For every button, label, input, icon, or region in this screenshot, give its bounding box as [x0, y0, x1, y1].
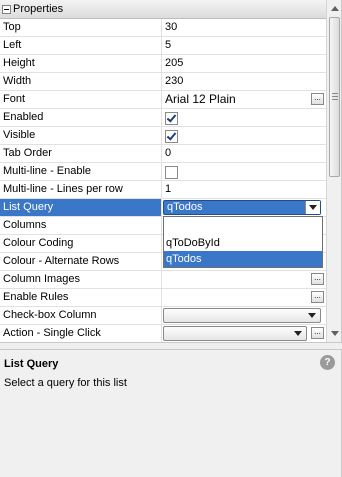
- property-name: Check-box Column: [0, 307, 162, 324]
- panel-splitter[interactable]: [0, 342, 342, 350]
- property-name: Left: [0, 37, 162, 54]
- property-name: Multi-line - Enable: [0, 163, 162, 180]
- list-query-dropdown-list: qToDoById qTodos: [163, 216, 323, 268]
- property-row-enabled[interactable]: Enabled: [0, 109, 326, 127]
- properties-header[interactable]: Properties: [0, 0, 326, 19]
- property-value-lines-per-row[interactable]: 1: [162, 181, 326, 198]
- property-row-font[interactable]: Font Arial 12 Plain ...: [0, 91, 326, 109]
- font-browse-button[interactable]: ...: [311, 93, 324, 105]
- single-click-browse-button[interactable]: ...: [311, 327, 324, 339]
- property-row-column-images[interactable]: Column Images ...: [0, 271, 326, 289]
- collapse-toggle-icon[interactable]: [2, 5, 11, 14]
- dropdown-arrow-button[interactable]: [305, 201, 320, 214]
- dropdown-option-qtodobyid[interactable]: qToDoById: [164, 235, 322, 251]
- property-name: Enable Rules: [0, 289, 162, 306]
- description-text: Select a query for this list: [4, 377, 127, 389]
- column-images-browse-button[interactable]: ...: [311, 273, 324, 285]
- property-row-enable-rules[interactable]: Enable Rules ...: [0, 289, 326, 307]
- vertical-scrollbar[interactable]: [326, 0, 341, 342]
- grip-line: [332, 99, 338, 100]
- property-grid: Top 30 Left 5 Height 205 Width 230 Font …: [0, 19, 326, 342]
- property-row-list-query[interactable]: List Query qTodos: [0, 199, 326, 217]
- property-name: Colour - Alternate Rows: [0, 253, 162, 270]
- dropdown-option-empty[interactable]: [164, 219, 322, 235]
- property-row-tab-order[interactable]: Tab Order 0: [0, 145, 326, 163]
- property-row-visible[interactable]: Visible: [0, 127, 326, 145]
- property-row-multiline-enable[interactable]: Multi-line - Enable: [0, 163, 326, 181]
- property-name: Columns: [0, 217, 162, 234]
- properties-title: Properties: [13, 3, 64, 15]
- properties-panel: Properties Top 30 Left 5 Height 205 Widt…: [0, 0, 342, 342]
- enabled-checkbox[interactable]: [165, 112, 178, 125]
- property-row-lines-per-row[interactable]: Multi-line - Lines per row 1: [0, 181, 326, 199]
- property-row-height[interactable]: Height 205: [0, 55, 326, 73]
- chevron-down-icon: [309, 205, 317, 210]
- property-name: Column Images: [0, 271, 162, 288]
- property-row-single-click[interactable]: Action - Single Click ...: [0, 325, 326, 342]
- enable-rules-browse-button[interactable]: ...: [311, 291, 324, 303]
- property-name: Width: [0, 73, 162, 90]
- multiline-enable-checkbox[interactable]: [165, 166, 178, 179]
- list-query-selected-value: qTodos: [167, 201, 203, 213]
- grip-line: [332, 96, 338, 97]
- property-value-font[interactable]: Arial 12 Plain: [165, 92, 236, 106]
- property-name: Top: [0, 19, 162, 36]
- property-row-width[interactable]: Width 230: [0, 73, 326, 91]
- property-name: Action - Single Click: [0, 325, 162, 342]
- property-name: Height: [0, 55, 162, 72]
- property-value-top[interactable]: 30: [162, 19, 326, 36]
- property-row-top[interactable]: Top 30: [0, 19, 326, 37]
- help-icon[interactable]: ?: [320, 355, 335, 370]
- property-name: Font: [0, 91, 162, 108]
- property-name: Visible: [0, 127, 162, 144]
- property-value-tab-order[interactable]: 0: [162, 145, 326, 162]
- property-row-checkbox-column[interactable]: Check-box Column: [0, 307, 326, 325]
- scroll-down-icon[interactable]: [331, 331, 339, 336]
- property-value-left[interactable]: 5: [162, 37, 326, 54]
- chevron-down-icon: [294, 331, 302, 336]
- single-click-combobox[interactable]: [163, 326, 307, 341]
- list-query-combobox[interactable]: qTodos: [163, 200, 321, 215]
- property-name: Colour Coding: [0, 235, 162, 252]
- property-name: List Query: [0, 199, 162, 216]
- grip-line: [332, 93, 338, 94]
- property-value-height[interactable]: 205: [162, 55, 326, 72]
- dropdown-option-qtodos[interactable]: qTodos: [164, 251, 322, 267]
- description-title: List Query: [4, 358, 59, 370]
- property-name: Multi-line - Lines per row: [0, 181, 162, 198]
- chevron-down-icon: [308, 313, 316, 318]
- property-name: Tab Order: [0, 145, 162, 162]
- scrollbar-thumb[interactable]: [329, 17, 340, 177]
- scroll-up-icon[interactable]: [331, 6, 339, 11]
- visible-checkbox[interactable]: [165, 130, 178, 143]
- description-panel: List Query Select a query for this list …: [0, 350, 342, 477]
- property-name: Enabled: [0, 109, 162, 126]
- property-row-left[interactable]: Left 5: [0, 37, 326, 55]
- property-value-width[interactable]: 230: [162, 73, 326, 90]
- checkbox-column-combobox[interactable]: [163, 308, 321, 323]
